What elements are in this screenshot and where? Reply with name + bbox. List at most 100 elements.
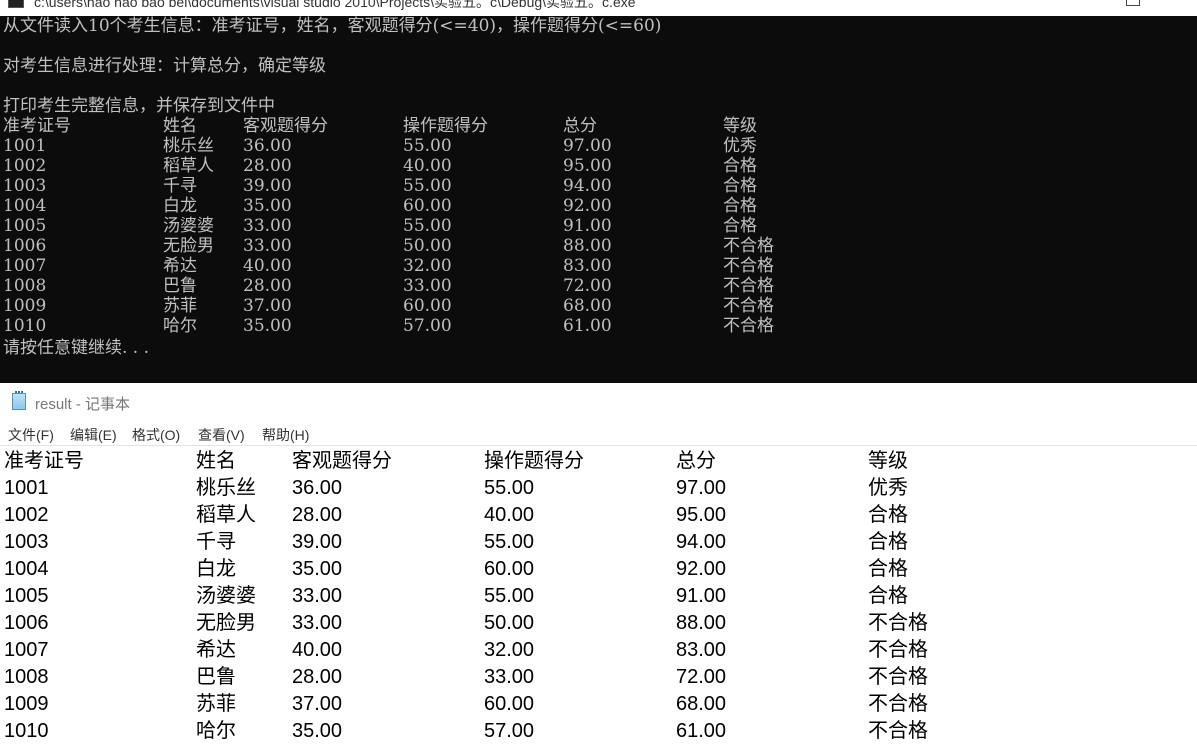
- console-cell-name: 桃乐丝: [163, 136, 214, 156]
- console-cell-id: 1002: [3, 156, 47, 176]
- notepad-cell-objective: 35.00: [292, 558, 343, 580]
- notepad-text-area[interactable]: 准考证号 姓名 客观题得分 操作题得分 总分 等级 1001 桃乐丝 36.00…: [0, 445, 1197, 756]
- console-cell-operation: 55.00: [403, 176, 452, 196]
- console-cell-name: 无脸男: [163, 236, 214, 256]
- notepad-cell-name: 无脸男: [196, 612, 256, 634]
- notepad-cell-name: 稻草人: [196, 504, 256, 526]
- notepad-cell-total: 92.00: [676, 558, 727, 580]
- console-table-header: 准考证号 姓名 客观题得分 操作题得分 总分 等级: [3, 116, 1193, 136]
- console-table-row: 1006 无脸男 33.00 50.00 88.00 不合格: [3, 236, 1193, 256]
- console-cell-grade: 合格: [723, 156, 757, 176]
- console-cell-objective: 33.00: [243, 216, 292, 236]
- console-header-grade: 等级: [723, 116, 757, 136]
- notepad-cell-grade: 合格: [868, 585, 908, 607]
- console-table-row: 1005 汤婆婆 33.00 55.00 91.00 合格: [3, 216, 1193, 236]
- notepad-cell-total: 94.00: [676, 531, 727, 553]
- notepad-cell-id: 1002: [4, 504, 49, 526]
- notepad-cell-operation: 60.00: [484, 693, 535, 715]
- notepad-cell-name: 巴鲁: [196, 666, 236, 688]
- console-table-row: 1008 巴鲁 28.00 33.00 72.00 不合格: [3, 276, 1193, 296]
- notepad-cell-name: 苏菲: [196, 693, 236, 715]
- notepad-cell-name: 希达: [196, 639, 236, 661]
- console-cell-total: 68.00: [563, 296, 612, 316]
- notepad-cell-objective: 33.00: [292, 612, 343, 634]
- console-cell-total: 95.00: [563, 156, 612, 176]
- console-window-title: c:\users\hao hao bao bei\documents\visua…: [34, 0, 636, 10]
- menu-view[interactable]: 查看(V): [198, 425, 245, 445]
- console-header-id: 准考证号: [3, 116, 71, 136]
- console-cell-id: 1007: [3, 256, 47, 276]
- console-cell-grade: 不合格: [723, 316, 774, 336]
- notepad-cell-objective: 36.00: [292, 477, 343, 499]
- notepad-cell-id: 1009: [4, 693, 49, 715]
- console-cell-name: 希达: [163, 256, 197, 276]
- notepad-table-row: 1008 巴鲁 28.00 33.00 72.00 不合格: [4, 664, 1194, 691]
- notepad-cell-total: 88.00: [676, 612, 727, 634]
- notepad-cell-id: 1007: [4, 639, 49, 661]
- notepad-cell-operation: 50.00: [484, 612, 535, 634]
- console-line-print: 打印考生完整信息，并保存到文件中: [3, 96, 275, 116]
- notepad-cell-name: 哈尔: [196, 720, 236, 742]
- notepad-cell-grade: 合格: [868, 531, 908, 553]
- notepad-header-id: 准考证号: [4, 450, 84, 472]
- maximize-icon[interactable]: [1126, 0, 1140, 6]
- console-cell-objective: 36.00: [243, 136, 292, 156]
- notepad-table-row: 1007 希达 40.00 32.00 83.00 不合格: [4, 637, 1194, 664]
- menu-format[interactable]: 格式(O): [132, 425, 180, 445]
- console-line-continue: 请按任意键继续. . .: [3, 338, 150, 358]
- console-cell-name: 汤婆婆: [163, 216, 214, 236]
- notepad-cell-id: 1010: [4, 720, 49, 742]
- notepad-cell-grade: 优秀: [868, 477, 908, 499]
- console-cell-id: 1008: [3, 276, 47, 296]
- notepad-table-row: 1010 哈尔 35.00 57.00 61.00 不合格: [4, 718, 1194, 745]
- notepad-cell-objective: 40.00: [292, 639, 343, 661]
- notepad-titlebar[interactable]: result - 记事本: [0, 383, 1197, 421]
- console-table-row: 1010 哈尔 35.00 57.00 61.00 不合格: [3, 316, 1193, 336]
- notepad-table-row: 1005 汤婆婆 33.00 55.00 91.00 合格: [4, 583, 1194, 610]
- notepad-cell-grade: 不合格: [868, 693, 928, 715]
- notepad-cell-name: 汤婆婆: [196, 585, 256, 607]
- console-cell-grade: 合格: [723, 216, 757, 236]
- console-cell-operation: 50.00: [403, 236, 452, 256]
- menu-help[interactable]: 帮助(H): [262, 425, 309, 445]
- notepad-cell-name: 白龙: [196, 558, 236, 580]
- console-line-read: 从文件读入10个考生信息：准考证号，姓名，客观题得分(<=40)，操作题得分(<…: [3, 16, 662, 36]
- notepad-cell-operation: 55.00: [484, 531, 535, 553]
- console-cell-operation: 57.00: [403, 316, 452, 336]
- console-cell-grade: 不合格: [723, 256, 774, 276]
- console-cell-name: 千寻: [163, 176, 197, 196]
- console-cell-objective: 37.00: [243, 296, 292, 316]
- notepad-cell-grade: 不合格: [868, 720, 928, 742]
- console-cell-objective: 40.00: [243, 256, 292, 276]
- notepad-window: result - 记事本 文件(F) 编辑(E) 格式(O) 查看(V) 帮助(…: [0, 383, 1197, 756]
- console-header-objective: 客观题得分: [243, 116, 328, 136]
- console-header-total: 总分: [563, 116, 597, 136]
- console-cell-name: 哈尔: [163, 316, 197, 336]
- console-titlebar: c:\users\hao hao bao bei\documents\visua…: [0, 0, 1197, 16]
- menu-edit[interactable]: 编辑(E): [70, 425, 117, 445]
- notepad-header-name: 姓名: [196, 450, 236, 472]
- notepad-cell-name: 千寻: [196, 531, 236, 553]
- console-cell-name: 稻草人: [163, 156, 214, 176]
- notepad-cell-total: 72.00: [676, 666, 727, 688]
- console-cell-grade: 不合格: [723, 236, 774, 256]
- notepad-cell-objective: 39.00: [292, 531, 343, 553]
- notepad-cell-grade: 合格: [868, 558, 908, 580]
- notepad-cell-id: 1008: [4, 666, 49, 688]
- console-cell-name: 白龙: [163, 196, 197, 216]
- console-line-process: 对考生信息进行处理：计算总分，确定等级: [3, 56, 326, 76]
- console-cell-operation: 55.00: [403, 216, 452, 236]
- notepad-header-objective: 客观题得分: [292, 450, 392, 472]
- notepad-table-row: 1002 稻草人 28.00 40.00 95.00 合格: [4, 502, 1194, 529]
- notepad-table-row: 1004 白龙 35.00 60.00 92.00 合格: [4, 556, 1194, 583]
- console-cell-grade: 不合格: [723, 296, 774, 316]
- notepad-header-total: 总分: [676, 450, 716, 472]
- console-cell-name: 巴鲁: [163, 276, 197, 296]
- menu-file[interactable]: 文件(F): [8, 425, 54, 445]
- console-output[interactable]: 从文件读入10个考生信息：准考证号，姓名，客观题得分(<=40)，操作题得分(<…: [0, 16, 1197, 383]
- notepad-cell-total: 68.00: [676, 693, 727, 715]
- notepad-cell-grade: 不合格: [868, 639, 928, 661]
- notepad-cell-id: 1005: [4, 585, 49, 607]
- console-header-name: 姓名: [163, 116, 197, 136]
- notepad-cell-total: 83.00: [676, 639, 727, 661]
